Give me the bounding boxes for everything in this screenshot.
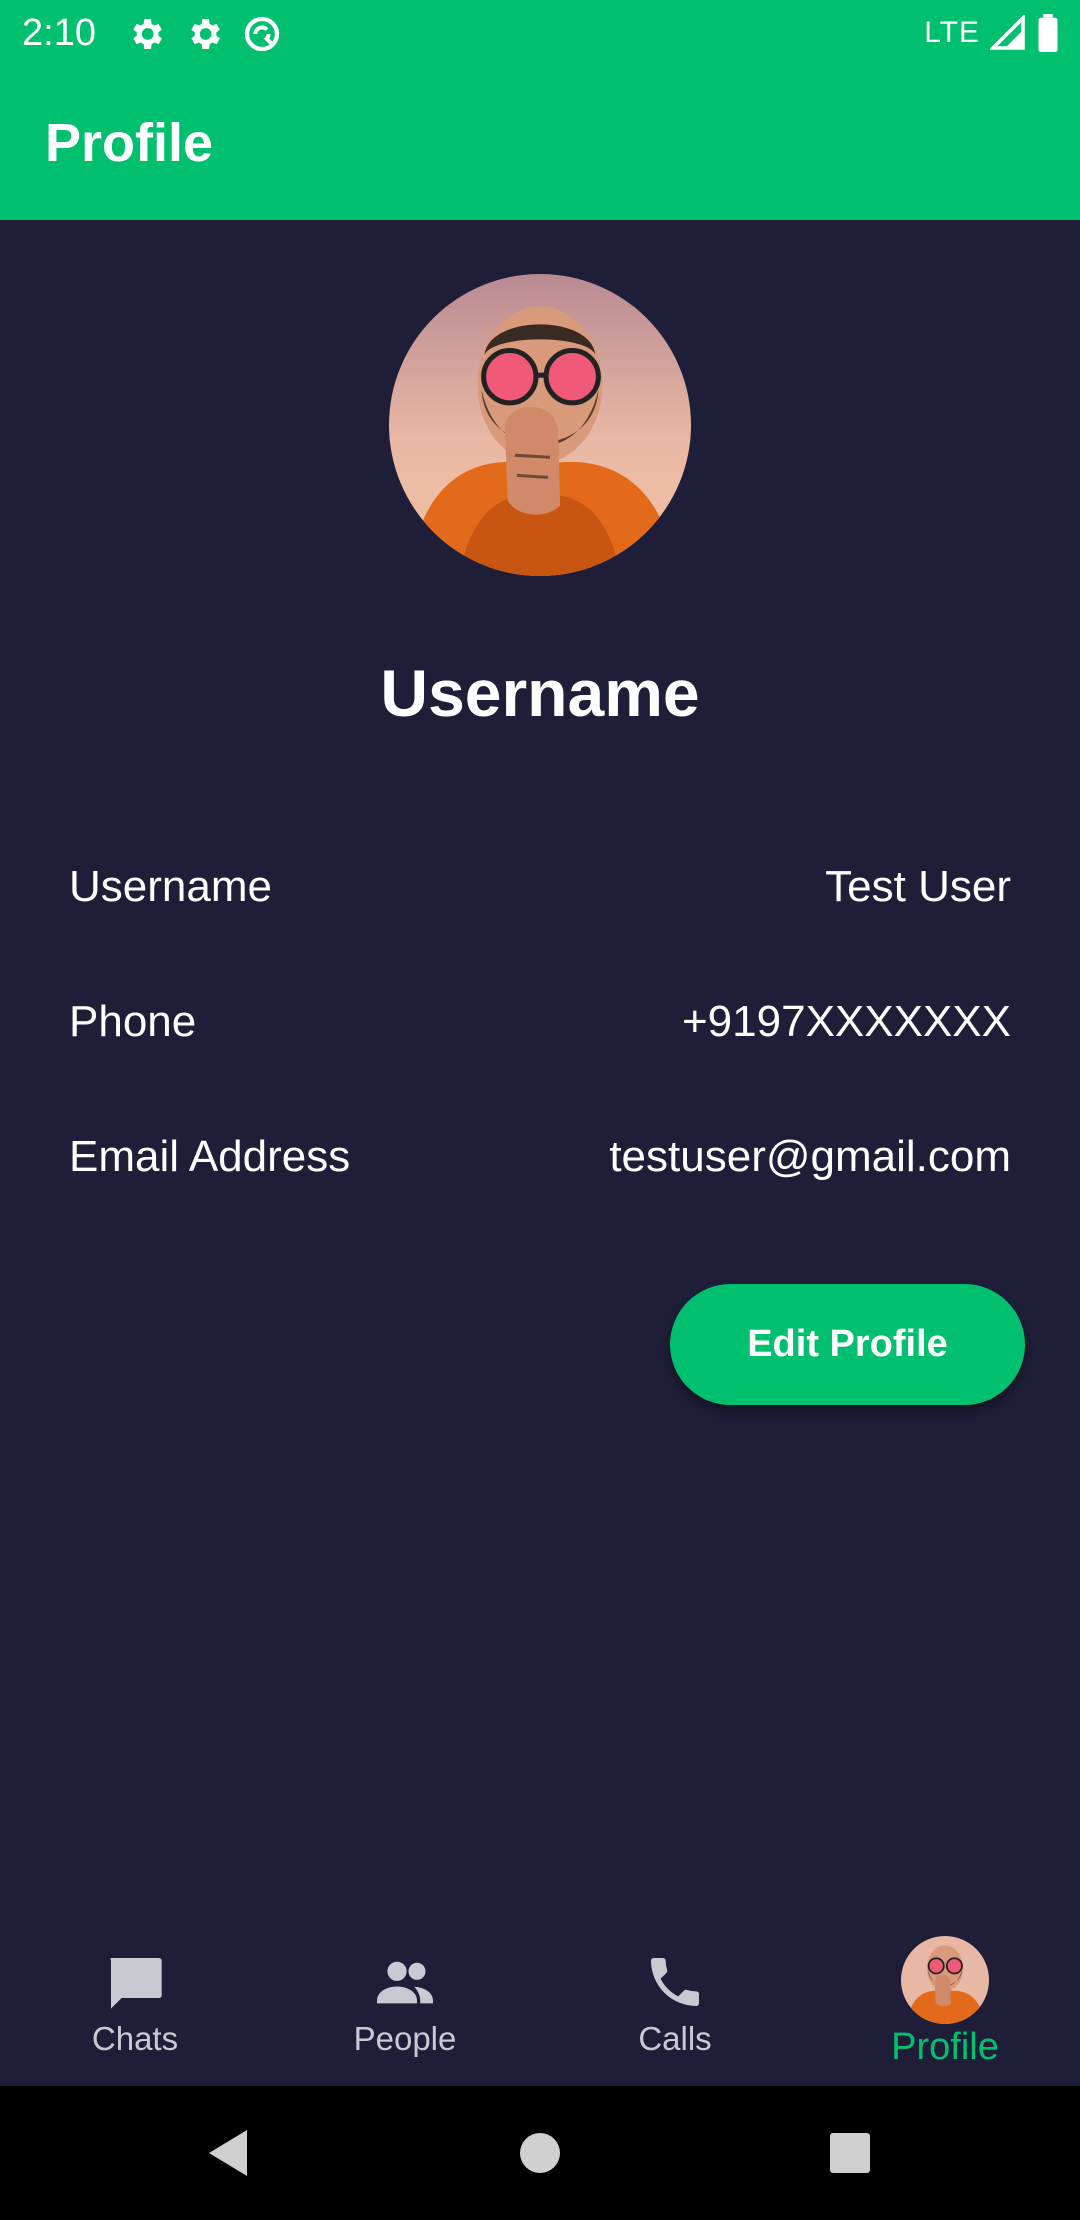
nav-item-chats[interactable]: Chats xyxy=(0,1918,270,2086)
phone-label: Phone xyxy=(69,997,197,1046)
edit-profile-button[interactable]: Edit Profile xyxy=(670,1284,1025,1405)
app-bar: Profile xyxy=(0,66,1080,220)
sync-icon xyxy=(244,16,280,52)
phone-value: +9197XXXXXXX xyxy=(681,997,1011,1046)
phone-row: Phone +9197XXXXXXX xyxy=(69,997,1011,1067)
nav-label-chats: Chats xyxy=(91,2020,179,2057)
page-title: Profile xyxy=(45,113,214,173)
bottom-navigation: Chats People Calls Profile xyxy=(0,1918,1080,2086)
back-icon xyxy=(209,2130,247,2176)
status-system-icons: LTE xyxy=(924,14,1060,52)
home-icon xyxy=(520,2133,560,2173)
email-label: Email Address xyxy=(69,1132,351,1181)
nav-label-profile: Profile xyxy=(891,2026,999,2068)
gear-icon xyxy=(133,19,162,49)
people-icon xyxy=(377,1961,433,2004)
email-value: testuser@gmail.com xyxy=(609,1132,1011,1181)
status-bar: 2:10 LTE xyxy=(0,0,1080,66)
status-time: 2:10 xyxy=(22,12,96,54)
nav-item-calls[interactable]: Calls xyxy=(540,1918,810,2086)
profile-display-name: Username xyxy=(380,656,700,730)
gear-icon xyxy=(191,19,220,49)
profile-screen: 2:10 LTE Profile Username Username Test … xyxy=(0,0,1080,2220)
battery-icon xyxy=(1038,14,1058,52)
chat-icon xyxy=(110,1958,162,2009)
home-button[interactable] xyxy=(480,2086,600,2220)
recents-icon xyxy=(830,2133,870,2173)
username-label: Username xyxy=(69,862,272,911)
username-value: Test User xyxy=(825,862,1011,911)
nav-label-people: People xyxy=(353,2020,457,2057)
phone-icon xyxy=(651,1958,699,2006)
back-button[interactable] xyxy=(168,2086,288,2220)
username-row: Username Test User xyxy=(69,862,1011,932)
nav-label-calls: Calls xyxy=(638,2020,712,2057)
nav-item-profile[interactable]: Profile xyxy=(810,1918,1080,2086)
status-notification-icons xyxy=(126,14,282,54)
signal-icon xyxy=(990,15,1025,50)
nav-avatar xyxy=(901,1936,989,2024)
recents-button[interactable] xyxy=(790,2086,910,2220)
nav-item-people[interactable]: People xyxy=(270,1918,540,2086)
network-type: LTE xyxy=(924,16,980,49)
profile-avatar[interactable] xyxy=(389,274,691,576)
email-row: Email Address testuser@gmail.com xyxy=(69,1132,1011,1202)
system-navigation-bar xyxy=(0,2086,1080,2220)
